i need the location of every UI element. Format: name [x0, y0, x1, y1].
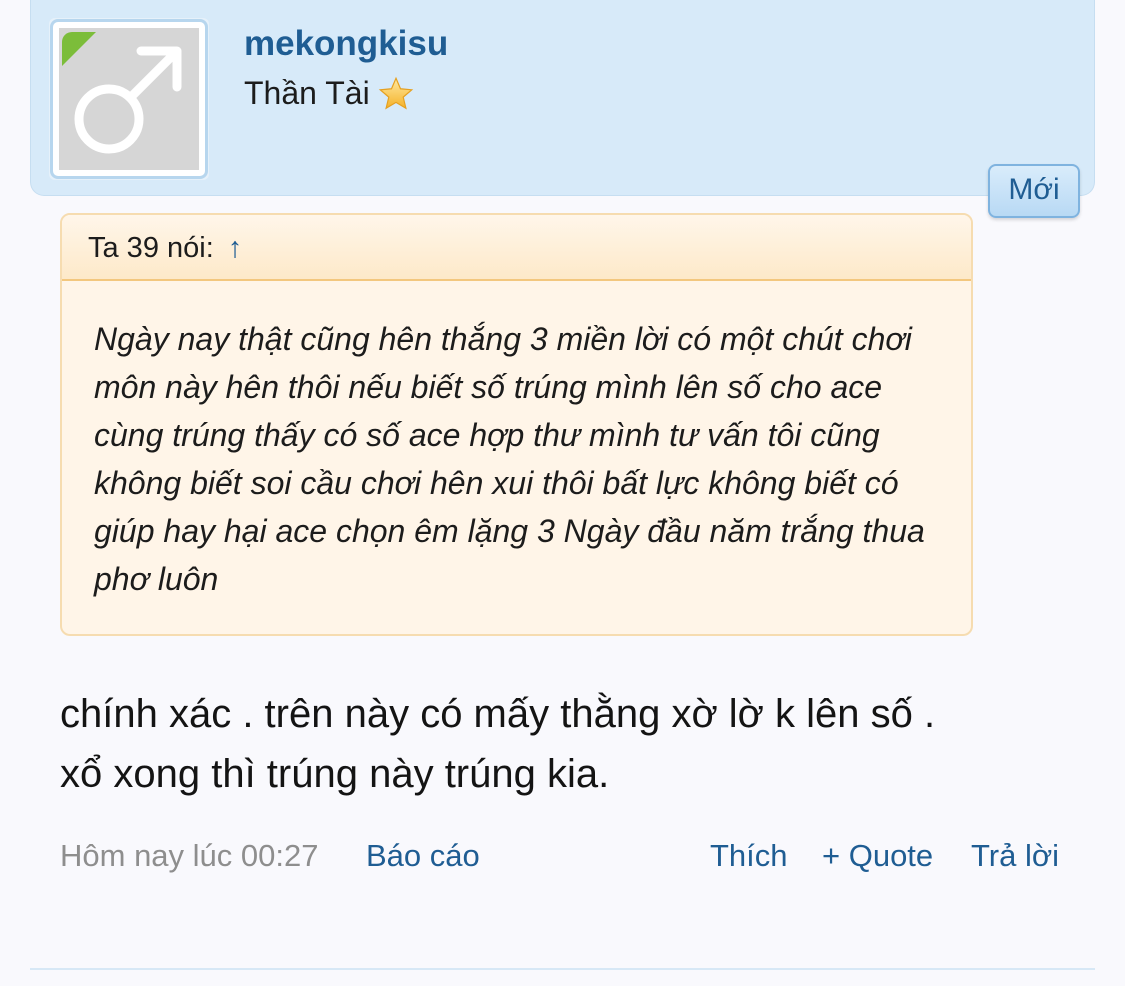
user-info-header: mekongkisu Thần Tài: [30, 0, 1095, 196]
online-indicator-icon: [62, 32, 96, 66]
user-title: Thần Tài: [244, 75, 414, 112]
quote-attribution: Ta 39 nói:: [88, 232, 214, 264]
post-message: chính xác . trên này có mấy thằng xờ lờ …: [60, 692, 936, 796]
report-link[interactable]: Báo cáo: [366, 832, 480, 880]
new-post-badge: Mới: [988, 164, 1080, 218]
username[interactable]: mekongkisu: [244, 24, 448, 64]
post-footer: Hôm nay lúc 00:27 Báo cáo Thích + Quote …: [60, 832, 1065, 880]
quote-header: Ta 39 nói: ↑: [62, 215, 971, 281]
post-timestamp: Hôm nay lúc 00:27: [60, 838, 319, 873]
user-title-text: Thần Tài: [244, 75, 370, 111]
quote-source-link[interactable]: ↑: [228, 232, 243, 264]
reply-link[interactable]: Trả lời: [971, 832, 1059, 880]
quote-link[interactable]: + Quote: [822, 832, 933, 880]
like-link[interactable]: Thích: [710, 832, 788, 880]
quote-text: Ngày nay thật cũng hên thắng 3 miền lời …: [94, 321, 925, 597]
quote-block: Ta 39 nói: ↑ Ngày nay thật cũng hên thắn…: [60, 213, 973, 636]
post-divider: [30, 968, 1095, 970]
avatar-container: [49, 18, 209, 180]
star-icon: [378, 76, 413, 109]
